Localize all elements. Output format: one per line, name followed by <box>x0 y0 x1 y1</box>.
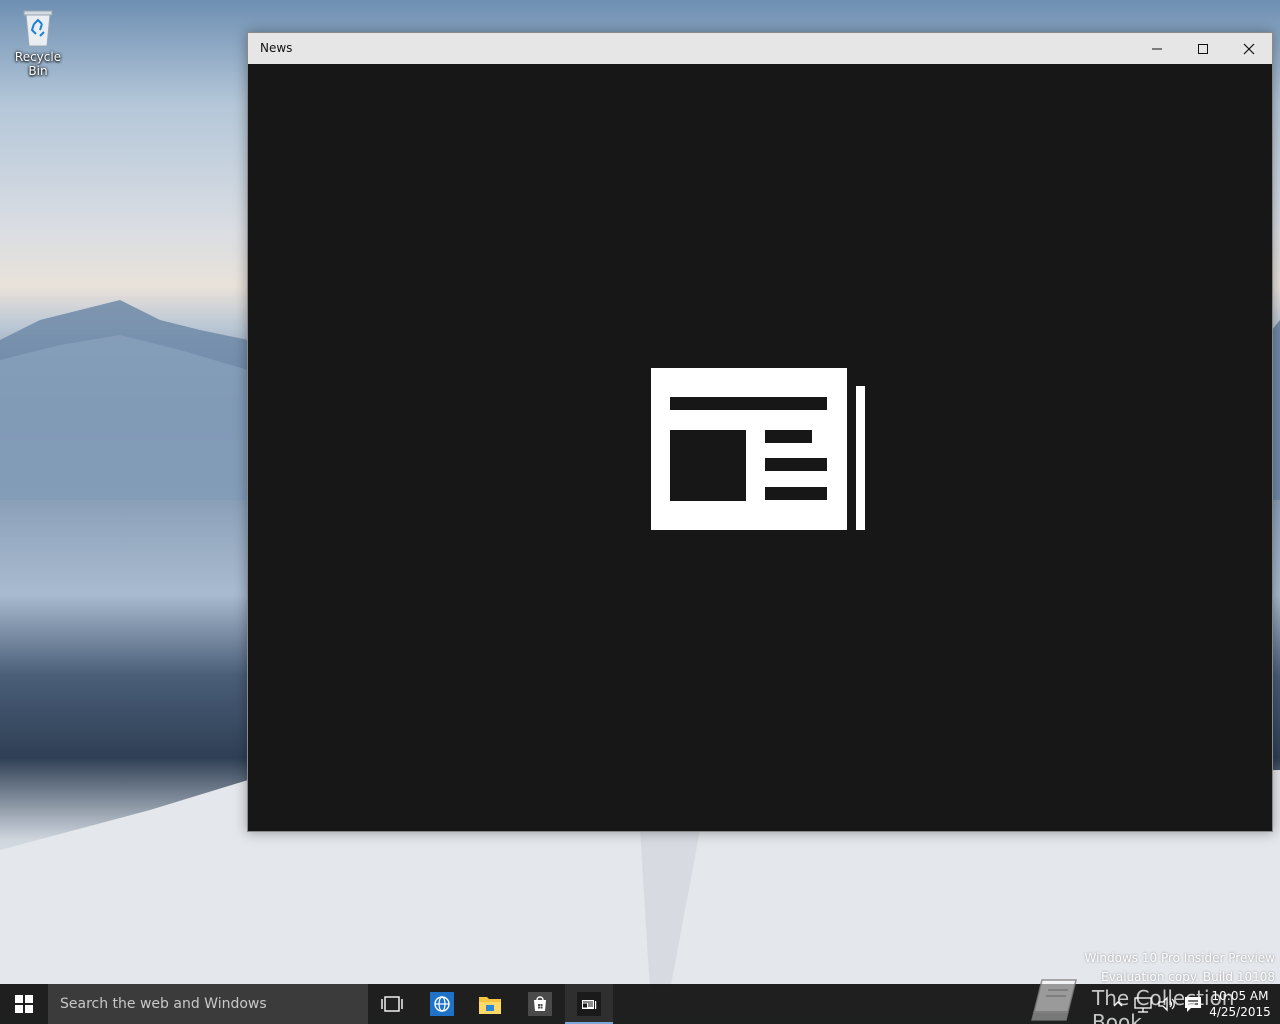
window-title: News <box>260 41 293 55</box>
maximize-button[interactable] <box>1180 33 1226 64</box>
minimize-button[interactable] <box>1134 33 1180 64</box>
close-button[interactable] <box>1226 33 1272 64</box>
search-input[interactable]: Search the web and Windows <box>48 984 368 1024</box>
task-view-icon <box>381 996 403 1012</box>
collection-book-watermark: The Collection Book <box>1030 974 1280 1024</box>
collection-book-text: The Collection Book <box>1092 986 1235 1024</box>
windows-logo-icon <box>15 995 33 1013</box>
search-placeholder: Search the web and Windows <box>60 996 267 1012</box>
taskbar-file-explorer-button[interactable] <box>466 984 514 1024</box>
task-view-button[interactable] <box>368 984 416 1024</box>
taskbar-ie-button[interactable] <box>418 984 466 1024</box>
taskbar-store-button[interactable] <box>516 984 564 1024</box>
newspaper-icon <box>651 368 865 530</box>
close-icon <box>1243 43 1255 54</box>
maximize-icon <box>1198 43 1208 54</box>
minimize-icon <box>1152 48 1162 49</box>
window-titlebar[interactable]: News <box>248 33 1272 64</box>
desktop-icon-label: Recycle Bin <box>14 50 62 78</box>
desktop: Recycle Bin News Windows 10 Pro Insider … <box>0 0 1280 1024</box>
news-icon <box>577 992 601 1016</box>
taskbar-news-button[interactable] <box>565 984 613 1024</box>
watermark-edition: Windows 10 Pro Insider Preview <box>1084 951 1275 965</box>
folder-icon <box>479 997 501 1014</box>
store-icon <box>528 992 552 1016</box>
start-button[interactable] <box>0 984 48 1024</box>
desktop-icon-recycle-bin[interactable]: Recycle Bin <box>4 8 72 78</box>
ie-icon <box>430 992 454 1016</box>
news-app-window[interactable]: News <box>247 32 1273 832</box>
recycle-bin-icon <box>23 10 53 47</box>
book-icon <box>1031 979 1077 1021</box>
